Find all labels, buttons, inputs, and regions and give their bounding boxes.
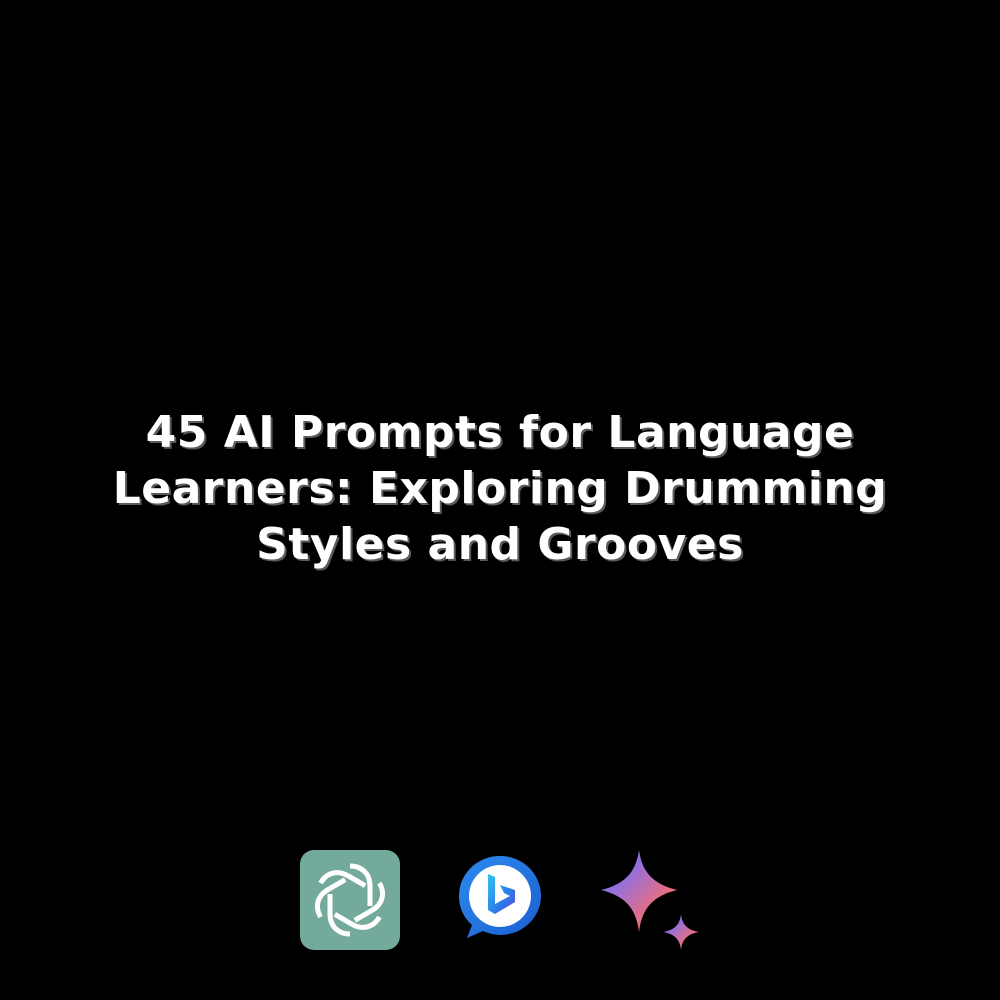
cover-canvas: 45 AI Prompts for Language Learners: Exp… bbox=[0, 0, 1000, 1000]
chatgpt-logo-icon bbox=[300, 850, 400, 950]
title-line-2: Learners: Exploring Drumming bbox=[112, 463, 888, 514]
title-line-3: Styles and Grooves bbox=[256, 519, 744, 570]
title-line-1: 45 AI Prompts for Language bbox=[145, 407, 855, 458]
gemini-sparkle-icon bbox=[601, 850, 699, 950]
bing-chat-logo-icon bbox=[459, 856, 541, 938]
page-title: 45 AI Prompts for Language Learners: Exp… bbox=[50, 405, 950, 573]
